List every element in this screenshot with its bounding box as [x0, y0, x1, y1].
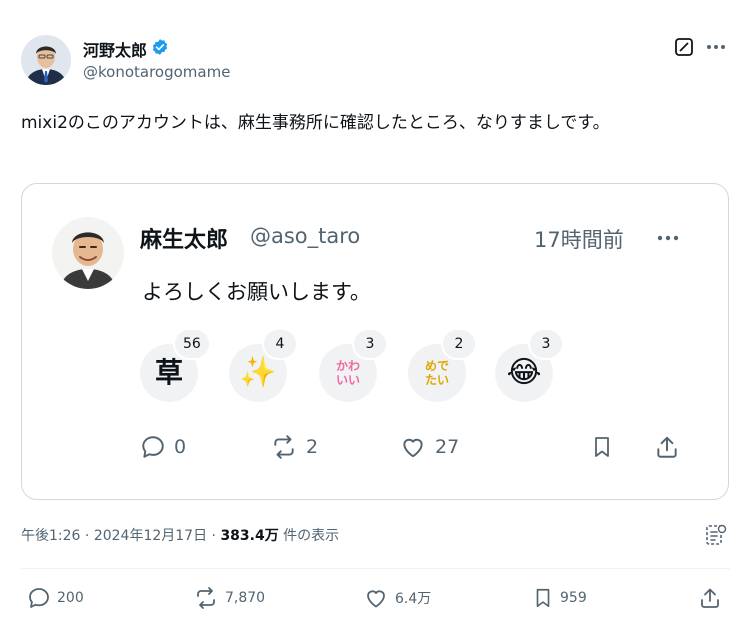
like-button[interactable]: 6.4万	[363, 586, 431, 610]
post-time[interactable]: 午後1:26	[21, 528, 80, 544]
divider	[21, 568, 730, 569]
view-count: 383.4万	[220, 528, 279, 544]
reaction-medetai[interactable]: めでたい 2	[408, 328, 477, 402]
like-count: 6.4万	[395, 591, 432, 607]
meta-separator: ·	[80, 528, 94, 544]
embedded-author-name[interactable]: 麻生太郎	[140, 222, 228, 254]
embedded-repost-button[interactable]: 2	[270, 434, 318, 460]
reaction-kawaii[interactable]: かわいい 3	[319, 328, 388, 402]
share-icon	[657, 436, 677, 458]
embedded-reply-count: 0	[174, 436, 187, 458]
reaction-count: 56	[173, 328, 211, 360]
post-text: mixi2のこのアカウントは、麻生事務所に確認したところ、なりすましです。	[21, 113, 610, 133]
author-avatar[interactable]	[21, 35, 71, 85]
analytics-icon[interactable]	[702, 521, 730, 549]
embedded-share-button[interactable]	[654, 434, 680, 460]
embedded-like-button[interactable]: 27	[399, 434, 459, 460]
repost-icon	[197, 587, 215, 609]
share-icon	[701, 588, 719, 608]
heart-icon	[403, 438, 423, 458]
bookmark-icon	[595, 437, 609, 457]
embedded-post-card[interactable]: 麻生太郎 @aso_taro 17時間前 よろしくお願いします。 草 56 ✨ …	[21, 183, 729, 500]
reply-icon	[142, 436, 164, 458]
grok-icon[interactable]	[672, 35, 696, 59]
embedded-like-count: 27	[435, 436, 460, 458]
post-meta: 午後1:26 · 2024年12月17日 · 383.4万 件の表示	[21, 525, 339, 545]
sparkles-icon: ✨	[239, 355, 277, 390]
verified-badge-icon	[151, 38, 169, 60]
embedded-bookmark-button[interactable]	[590, 434, 614, 460]
author-name-text[interactable]: 河野太郎	[83, 37, 147, 61]
meta-separator: ·	[207, 528, 221, 544]
kusa-icon: 草	[154, 356, 183, 389]
bookmark-count: 959	[560, 590, 587, 606]
reaction-tears-of-joy[interactable]: 😂 3	[495, 328, 564, 402]
embedded-reply-button[interactable]: 0	[140, 434, 186, 460]
embedded-post-text: よろしくお願いします。	[142, 280, 371, 304]
repost-icon	[274, 435, 294, 459]
embedded-author-handle[interactable]: @aso_taro	[250, 224, 360, 248]
embedded-repost-count: 2	[306, 436, 319, 458]
post-date[interactable]: 2024年12月17日	[94, 528, 207, 544]
reaction-count: 4	[262, 328, 298, 360]
embedded-timestamp[interactable]: 17時間前	[534, 224, 624, 254]
medetai-icon: めでたい	[424, 359, 449, 387]
repost-count: 7,870	[225, 590, 266, 606]
reply-count: 200	[57, 590, 84, 606]
embedded-author-avatar[interactable]	[52, 217, 124, 289]
reaction-kusa[interactable]: 草 56	[140, 328, 211, 402]
reaction-count: 2	[441, 328, 477, 360]
reaction-sparkles[interactable]: ✨ 4	[229, 328, 298, 402]
view-count-suffix: 件の表示	[278, 528, 340, 544]
reaction-count: 3	[528, 328, 564, 360]
embedded-more-icon[interactable]	[652, 224, 684, 252]
more-options-icon[interactable]	[704, 35, 728, 59]
author-handle[interactable]: @konotarogomame	[83, 63, 230, 81]
tears-of-joy-icon: 😂	[506, 355, 542, 390]
kawaii-icon: かわいい	[335, 359, 360, 387]
heart-icon	[367, 590, 385, 608]
author-name[interactable]: 河野太郎	[83, 37, 169, 61]
reply-button[interactable]: 200	[27, 586, 84, 610]
share-button[interactable]	[698, 586, 722, 610]
reaction-count: 3	[352, 328, 388, 360]
reply-icon	[29, 588, 49, 608]
repost-button[interactable]: 7,870	[193, 586, 265, 610]
bookmark-icon	[536, 588, 550, 608]
bookmark-button[interactable]: 959	[532, 586, 587, 610]
